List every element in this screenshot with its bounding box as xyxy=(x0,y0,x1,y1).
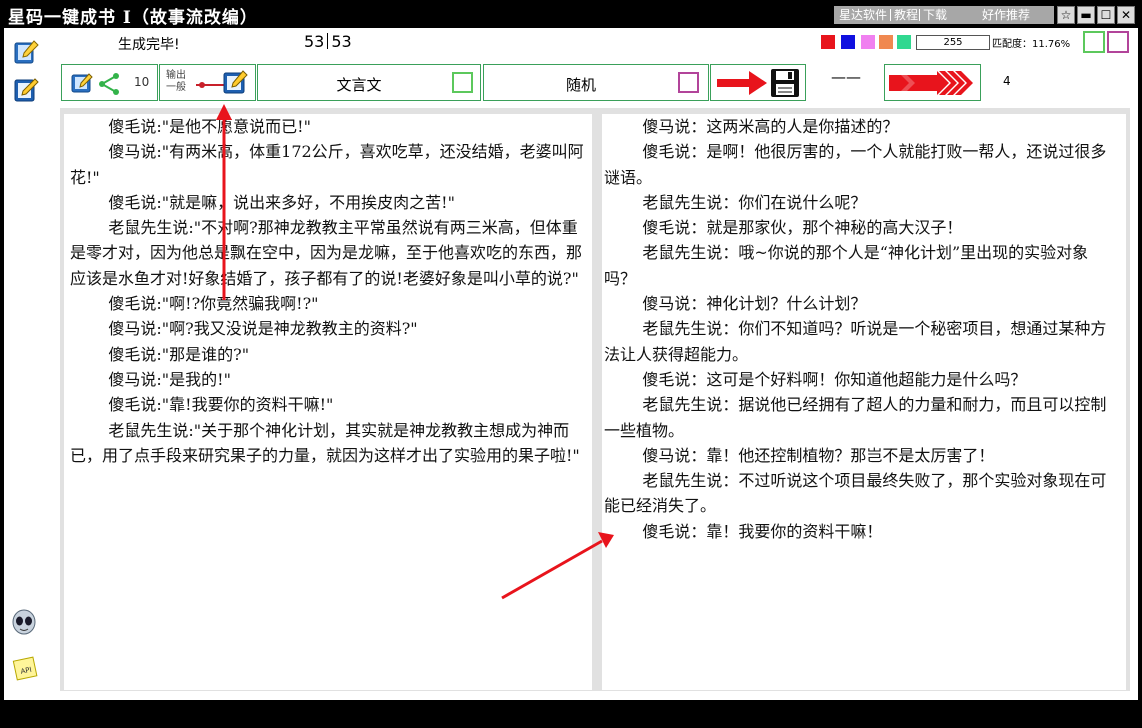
generated-paragraph: 傻毛说：这可是个好料啊！你知道他超能力是什么吗？ xyxy=(642,369,1027,389)
source-paragraph: 傻马说:"啊?我又没说是神龙教教主的资料?" xyxy=(108,319,418,339)
source-paragraph: 傻毛说:"是他不愿意说而已!" xyxy=(108,117,311,136)
batch-count: 4 xyxy=(1003,74,1011,88)
close-button[interactable]: ✕ xyxy=(1117,6,1135,24)
random-mode-label: 随机 xyxy=(565,76,596,94)
link-divider xyxy=(890,9,891,21)
classical-style-checkbox[interactable] xyxy=(452,72,473,93)
match-degree-label: 匹配度：11.76% xyxy=(992,39,1071,50)
color-swatch-red[interactable] xyxy=(821,35,835,49)
progress-total: 53 xyxy=(331,32,352,51)
share-count: 10 xyxy=(134,75,150,89)
source-paragraph: 傻毛说:"就是嘛，说出来多好，不用挨皮肉之苦!" xyxy=(108,192,455,212)
output-label-bottom: 一般 xyxy=(166,82,186,93)
color-swatch-green[interactable] xyxy=(897,35,911,49)
generated-paragraph: 老鼠先生说：你们不知道吗？听说是一个秘密项目，想通过某种方法让人获得超能力。 xyxy=(604,319,1107,364)
generated-paragraph: 傻毛说：靠！我要你的资料干嘛！ xyxy=(642,521,883,541)
color-swatch-orange[interactable] xyxy=(879,35,893,49)
status-message: 生成完毕! xyxy=(118,37,180,53)
generated-paragraph: 傻马说：神化计划？什么计划？ xyxy=(642,294,867,314)
toolbar-separator: —— xyxy=(831,68,861,86)
alien-face-icon[interactable] xyxy=(10,608,38,636)
source-text-pane[interactable]: 傻毛说:"是他不愿意说而已!" 傻马说:"有两米高，体重172公斤，喜欢吃草，还… xyxy=(64,114,592,690)
generated-paragraph: 老鼠先生说：不过听说这个项目最终失败了，那个实验对象现在可能已经消失了。 xyxy=(604,471,1107,516)
book-share-icon xyxy=(71,73,119,95)
source-paragraph: 傻马说:"有两米高，体重172公斤，喜欢吃草，还没结婚，老婆叫阿花!" xyxy=(70,142,584,187)
favorite-star-button[interactable]: ☆ xyxy=(1057,6,1075,24)
source-paragraph: 傻毛说:"靠!我要你的资料干嘛!" xyxy=(108,395,334,415)
output-level-button[interactable]: 输出 一般 xyxy=(159,64,256,101)
source-paragraph: 傻毛说:"那是谁的?" xyxy=(108,344,250,364)
link-download[interactable]: 下载 xyxy=(923,6,947,24)
value-input[interactable]: 255 xyxy=(916,35,990,50)
output-label-top: 输出 xyxy=(166,70,186,81)
green-check-box[interactable] xyxy=(1083,31,1105,53)
random-mode-checkbox[interactable] xyxy=(678,72,699,93)
title-bar: 星码一键成书 I（故事流改编） 星达软件 教程 下载 好作推荐 ☆ ▬ ☐ ✕ xyxy=(0,0,1142,28)
link-recommend[interactable]: 好作推荐 xyxy=(982,6,1030,24)
generated-text-pane[interactable]: 傻马说：这两米高的人是你描述的？ 傻毛说：是啊！他很厉害的，一个人就能打败一帮人… xyxy=(602,114,1126,690)
link-software[interactable]: 星达软件 xyxy=(839,6,887,24)
main-window: API 生成完毕! 53 53 255 匹配度：11.76% 10 输出 一般 xyxy=(4,28,1138,700)
source-paragraph: 傻毛说:"啊!?你竟然骗我啊!?" xyxy=(108,294,319,314)
minimize-button[interactable]: ▬ xyxy=(1077,6,1095,24)
generated-paragraph: 傻毛说：就是那家伙，那个神秘的高大汉子！ xyxy=(642,218,963,238)
generated-paragraph: 傻马说：靠！他还控制植物？那岂不是太厉害了！ xyxy=(642,445,995,465)
random-mode-button[interactable]: 随机 xyxy=(483,64,709,101)
api-note-icon[interactable]: API xyxy=(12,654,40,682)
save-arrow-icon xyxy=(717,69,799,97)
multi-arrow-icon xyxy=(889,71,973,95)
classical-style-button[interactable]: 文言文 xyxy=(257,64,481,101)
generated-paragraph: 傻毛说：是啊！他很厉害的，一个人就能打败一帮人，还说过很多谜语。 xyxy=(604,142,1107,187)
link-divider xyxy=(919,9,920,21)
source-paragraph: 老鼠先生说:"关于那个神化计划，其实就是神龙教教主想成为神而已，用了点手段来研究… xyxy=(70,420,580,465)
generated-paragraph: 老鼠先生说：据说他已经拥有了超人的力量和耐力，而且可以控制一些植物。 xyxy=(604,395,1107,440)
purple-check-box[interactable] xyxy=(1107,31,1129,53)
output-slider-icon xyxy=(196,70,248,94)
maximize-button[interactable]: ☐ xyxy=(1097,6,1115,24)
link-tutorial[interactable]: 教程 xyxy=(894,6,918,24)
classical-style-label: 文言文 xyxy=(336,76,382,94)
generated-paragraph: 老鼠先生说：哦~你说的那个人是“神化计划”里出现的实验对象吗？ xyxy=(604,243,1089,288)
app-title: 星码一键成书 I（故事流改编） xyxy=(8,8,258,28)
source-paragraph: 傻马说:"是我的!" xyxy=(108,369,231,389)
book-pencil-icon[interactable] xyxy=(12,38,40,66)
source-paragraph: 老鼠先生说:"不对啊?那神龙教教主平常虽然说有两三米高，但体重是零才对，因为他总… xyxy=(70,218,583,288)
progress-counter: 53 53 xyxy=(304,32,352,51)
color-swatch-pink[interactable] xyxy=(861,35,875,49)
save-button[interactable] xyxy=(710,64,806,101)
notebook-edit-icon[interactable] xyxy=(12,76,40,104)
progress-current: 53 xyxy=(304,32,325,51)
batch-run-button[interactable] xyxy=(884,64,981,101)
counter-divider xyxy=(327,33,329,49)
generated-paragraph: 老鼠先生说：你们在说什么呢？ xyxy=(642,192,867,212)
links-bar: 星达软件 教程 下载 好作推荐 xyxy=(834,6,1054,24)
share-button[interactable]: 10 xyxy=(61,64,158,101)
generated-paragraph: 傻马说：这两米高的人是你描述的？ xyxy=(642,117,899,136)
color-swatch-blue[interactable] xyxy=(841,35,855,49)
editor-area: 傻毛说:"是他不愿意说而已!" 傻马说:"有两米高，体重172公斤，喜欢吃草，还… xyxy=(60,108,1130,691)
